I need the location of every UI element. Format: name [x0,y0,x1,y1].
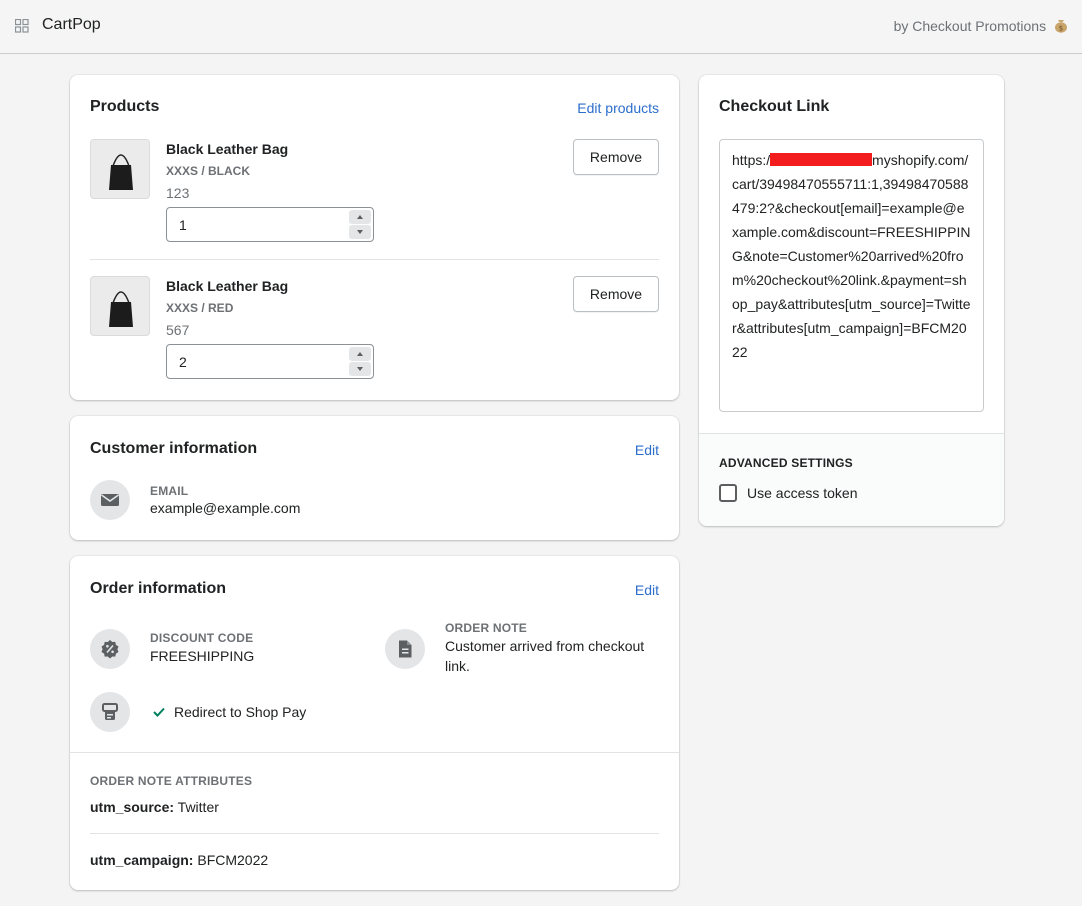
attributes-divider [90,833,659,834]
order-attributes-label: ORDER NOTE ATTRIBUTES [90,774,253,788]
quantity-decrement-button[interactable] [349,225,371,239]
checkmark-icon [153,707,165,717]
redirect-shop-pay-text: Redirect to Shop Pay [174,704,307,720]
top-bar: CartPop by Checkout Promotions $ [0,0,1082,54]
product-name: Black Leather Bag [166,141,289,157]
shop-pay-avatar [90,692,130,732]
remove-button[interactable]: Remove [573,139,659,175]
discount-avatar [90,629,130,669]
products-title: Products [90,98,160,115]
products-divider [90,259,659,260]
product-name: Black Leather Bag [166,278,289,294]
product-thumbnail [90,139,150,199]
money-bag-icon: $ [1055,20,1067,33]
caret-down-icon [357,230,363,234]
order-note-value: Customer arrived from checkout link. [445,638,645,674]
app-grid-icon[interactable] [15,19,29,33]
remove-button[interactable]: Remove [573,276,659,312]
product-sku: 567 [166,322,190,338]
order-divider [70,752,679,753]
payment-terminal-icon [102,703,118,720]
checkout-link-rest: myshopify.com/cart/39498470555711:1,3949… [732,152,971,360]
quantity-increment-button[interactable] [349,347,371,361]
redaction-bar [770,153,833,166]
quantity-input[interactable]: 2 [166,344,374,379]
app-title: CartPop [42,16,101,33]
redaction-bar [828,153,873,166]
caret-up-icon [357,352,363,356]
customer-card: Customer information Edit EMAIL example@… [70,416,679,540]
attribute-value: BFCM2022 [197,852,269,868]
advanced-settings-section: ADVANCED SETTINGS Use access token [699,433,1004,526]
order-note-avatar [385,629,425,669]
edit-customer-link[interactable]: Edit [635,442,659,458]
access-token-checkbox[interactable] [719,484,737,502]
checkout-link-title: Checkout Link [719,98,830,115]
edit-products-link[interactable]: Edit products [577,100,659,116]
attribute-row: utm_campaign: BFCM2022 [90,850,268,870]
svg-text:$: $ [1059,25,1063,33]
quantity-increment-button[interactable] [349,210,371,224]
product-sku: 123 [166,185,190,201]
order-card: Order information Edit DISCOUNT CODE FRE… [70,556,679,890]
order-title: Order information [90,580,227,597]
edit-order-link[interactable]: Edit [635,582,659,598]
advanced-settings-label: ADVANCED SETTINGS [719,456,853,470]
customer-title: Customer information [90,440,258,457]
document-icon [399,640,412,658]
checkout-link-start: https:// [732,152,775,168]
quantity-value: 1 [179,217,187,233]
attribute-value: Twitter [177,799,219,815]
attribute-key: utm_campaign: [90,852,194,868]
email-value: example@example.com [150,500,301,516]
caret-up-icon [357,215,363,219]
access-token-label[interactable]: Use access token [747,483,858,503]
by-line[interactable]: by Checkout Promotions $ [894,17,1068,34]
by-line-text: by Checkout Promotions [893,18,1047,34]
leather-bag-icon [109,154,133,190]
order-note-label: ORDER NOTE [445,621,528,635]
checkout-link-card: Checkout Link https://myshopify.com/cart… [699,75,1004,526]
product-variant: XXXS / BLACK [166,164,251,178]
product-variant: XXXS / RED [166,301,234,315]
product-thumbnail [90,276,150,336]
envelope-icon [101,494,119,506]
product-item: Black Leather Bag XXXS / RED 567 2 Remov… [90,276,659,386]
email-avatar [90,480,130,520]
attribute-row: utm_source: Twitter [90,797,219,817]
discount-code-label: DISCOUNT CODE [150,631,254,645]
checkout-link-textarea[interactable]: https://myshopify.com/cart/3949847055571… [719,139,984,412]
leather-bag-icon [109,291,133,327]
caret-down-icon [357,367,363,371]
discount-code-value: FREESHIPPING [150,648,255,664]
quantity-input[interactable]: 1 [166,207,374,242]
products-card: Products Edit products Black Leather Bag… [70,75,679,400]
quantity-value: 2 [179,354,187,370]
email-label: EMAIL [150,484,189,498]
quantity-decrement-button[interactable] [349,362,371,376]
attribute-key: utm_source: [90,799,175,815]
discount-badge-icon [101,640,119,659]
product-item: Black Leather Bag XXXS / BLACK 123 1 Rem… [90,139,659,249]
